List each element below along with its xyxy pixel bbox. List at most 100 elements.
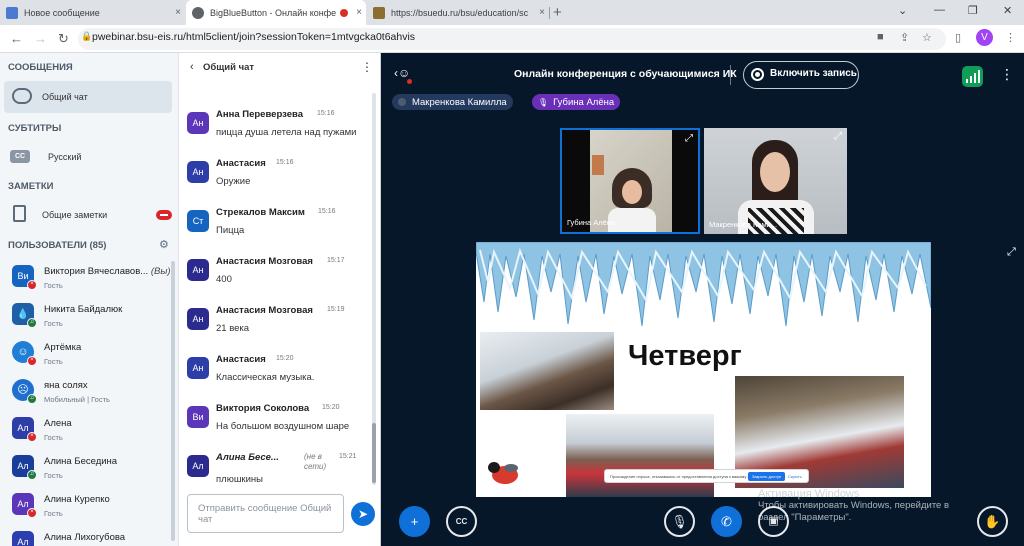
- chat-title[interactable]: Общий чат: [203, 62, 254, 73]
- fullscreen-icon[interactable]: ⤢: [685, 133, 693, 144]
- stop-sharing-button[interactable]: Закрыть доступ: [748, 472, 786, 481]
- title-divider: [730, 65, 731, 85]
- message-time: 15:20: [322, 404, 340, 411]
- connection-status-icon[interactable]: [962, 66, 983, 87]
- close-window-icon[interactable]: ✕: [1003, 4, 1012, 17]
- message-author: Анастасия Мозговая: [216, 305, 313, 316]
- chevron-left-icon[interactable]: ‹: [190, 61, 194, 73]
- hide-banner-link[interactable]: Скрыть: [788, 474, 802, 479]
- user-name: Виктория Вячеславов... (Вы): [44, 266, 171, 277]
- raise-hand-button[interactable]: ✋: [977, 506, 1008, 537]
- screen-share-banner: Прохождение опроса, отказавшись от предо…: [604, 469, 809, 483]
- closed-captions-button[interactable]: CC: [446, 506, 477, 537]
- user-row[interactable]: ☺ × Артёмка Гость: [0, 337, 172, 375]
- mute-microphone-button[interactable]: 🎙: [664, 506, 695, 537]
- lock-icon[interactable]: 🔒: [81, 31, 92, 42]
- actions-plus-button[interactable]: +: [399, 506, 430, 537]
- talker-name: Губина Алёна: [553, 96, 615, 108]
- message-time: 15:16: [317, 110, 335, 117]
- tab-bsuedu[interactable]: https://bsuedu.ru/bsu/education/sc ×: [367, 0, 549, 25]
- chat-options-icon[interactable]: ⋮: [361, 60, 373, 74]
- webcam-tile[interactable]: ⤢ Макренкова Ками...: [704, 128, 847, 234]
- tab-new-message[interactable]: Новое сообщение ×: [0, 0, 185, 25]
- user-row[interactable]: Ал ♫ Алина Беседина Гость: [0, 451, 172, 489]
- user-row[interactable]: Ал × Алена Гость: [0, 413, 172, 451]
- close-tab-icon[interactable]: ×: [171, 7, 185, 18]
- message-text: пицца душа летела над пужами: [216, 127, 357, 138]
- browser-menu-icon[interactable]: ⋮: [1005, 31, 1016, 44]
- leave-audio-button[interactable]: ✆: [711, 506, 742, 537]
- message-time: 15:16: [318, 208, 336, 215]
- users-toggle-icon[interactable]: ‹☺: [394, 66, 410, 80]
- message-author: Анастасия: [216, 158, 266, 169]
- message-avatar: Ан: [187, 259, 209, 281]
- profile-avatar[interactable]: V: [976, 29, 993, 46]
- muted-mic-icon: ×: [27, 432, 37, 442]
- user-row[interactable]: Ал × Алина Курепко Гость: [0, 489, 172, 527]
- user-row[interactable]: 💧 ♫ Никита Байдалюк Гость: [0, 299, 172, 337]
- presentation-fullscreen-icon[interactable]: ⤢: [1007, 246, 1016, 259]
- users-settings-gear-icon[interactable]: ⚙: [159, 238, 169, 251]
- back-arrow-icon[interactable]: ←: [10, 31, 23, 46]
- message-text: Пицца: [216, 225, 245, 236]
- side-panel-icon[interactable]: ▯: [955, 31, 961, 44]
- presentation-slide[interactable]: Четверг Прохождение опроса, отказавшись …: [476, 242, 931, 497]
- chat-scrollbar[interactable]: [372, 93, 376, 485]
- fullscreen-icon[interactable]: ⤢: [834, 131, 842, 142]
- url-text[interactable]: pwebinar.bsu-eis.ru/html5client/join?ses…: [92, 31, 415, 43]
- shared-notes-item[interactable]: Общие заметки: [42, 210, 107, 220]
- record-label: Включить запись: [770, 68, 857, 79]
- restore-icon[interactable]: ❐: [968, 4, 978, 17]
- message-text: Оружие: [216, 176, 251, 187]
- user-row[interactable]: Ви × Виктория Вячеславов... (Вы) Гость: [0, 261, 172, 299]
- user-name: Алина Курепко: [44, 494, 110, 505]
- tab-separator: [549, 7, 550, 19]
- send-message-button[interactable]: ➤: [351, 502, 375, 526]
- message-text: На большом воздушном шаре: [216, 421, 350, 432]
- bookmark-star-icon[interactable]: ☆: [922, 31, 932, 44]
- options-menu-icon[interactable]: ⋮: [1000, 66, 1014, 83]
- user-avatar: Ал: [12, 531, 34, 546]
- user-role: Мобильный | Гость: [44, 395, 110, 404]
- drop-icon: 💧: [16, 309, 30, 320]
- talker-name: Макренкова Камилла: [412, 96, 507, 108]
- user-list-sidebar: СООБЩЕНИЯ Общий чат СУБТИТРЫ CC Русский …: [0, 53, 178, 546]
- close-tab-icon[interactable]: ×: [352, 7, 366, 18]
- reload-icon[interactable]: ↻: [58, 31, 69, 47]
- muted-mic-icon: ×: [27, 356, 37, 366]
- muted-mic-icon: ×: [27, 508, 37, 518]
- share-icon[interactable]: ⇪: [900, 31, 909, 44]
- icicles-banner: [476, 242, 931, 327]
- watermark-line: Чтобы активировать Windows, перейдите в: [758, 500, 950, 511]
- minimize-icon[interactable]: —: [934, 4, 945, 16]
- user-name: Никита Байдалюк: [44, 304, 123, 315]
- captions-header: СУБТИТРЫ: [8, 123, 62, 134]
- notes-document-icon: [13, 205, 26, 222]
- user-name: Алена: [44, 418, 72, 429]
- toggle-camera-button[interactable]: ▣: [758, 506, 789, 537]
- conference-main-area: ‹☺ Онлайн конференция с обучающимися ИК …: [381, 53, 1024, 546]
- tab-bigbluebutton[interactable]: BigBlueButton - Онлайн конфе ×: [186, 0, 366, 25]
- record-icon: [751, 68, 764, 81]
- forward-arrow-icon[interactable]: →: [34, 31, 47, 46]
- microphone-off-icon: 🎙: [671, 514, 688, 529]
- new-tab-button[interactable]: +: [553, 4, 562, 21]
- chat-message-input[interactable]: Отправить сообщение Общий чат: [187, 494, 344, 533]
- message-text: 21 века: [216, 323, 250, 334]
- message-text: 400: [216, 274, 232, 285]
- bullfinch-bird-image: [488, 460, 522, 486]
- cc-icon: CC: [455, 517, 468, 526]
- camera-icon[interactable]: ■: [877, 31, 884, 43]
- webcam-tile[interactable]: ⤢ Губина Алёна: [560, 128, 700, 234]
- captions-language-item[interactable]: Русский: [48, 152, 81, 162]
- close-tab-icon[interactable]: ×: [535, 7, 549, 18]
- record-button[interactable]: Включить запись: [743, 61, 859, 89]
- sidebar-scrollbar[interactable]: [171, 261, 175, 541]
- sad-face-icon: ☹: [17, 384, 29, 396]
- message-text: плюшкины: [216, 474, 263, 485]
- user-row[interactable]: Ал Алина Лихогубова: [0, 527, 172, 546]
- user-role: Гость: [44, 357, 63, 366]
- tab-search-icon[interactable]: ⌄: [898, 4, 907, 17]
- muted-mic-icon: ×: [27, 280, 37, 290]
- user-row[interactable]: ☹ ♫ яна солях Мобильный | Гость: [0, 375, 172, 413]
